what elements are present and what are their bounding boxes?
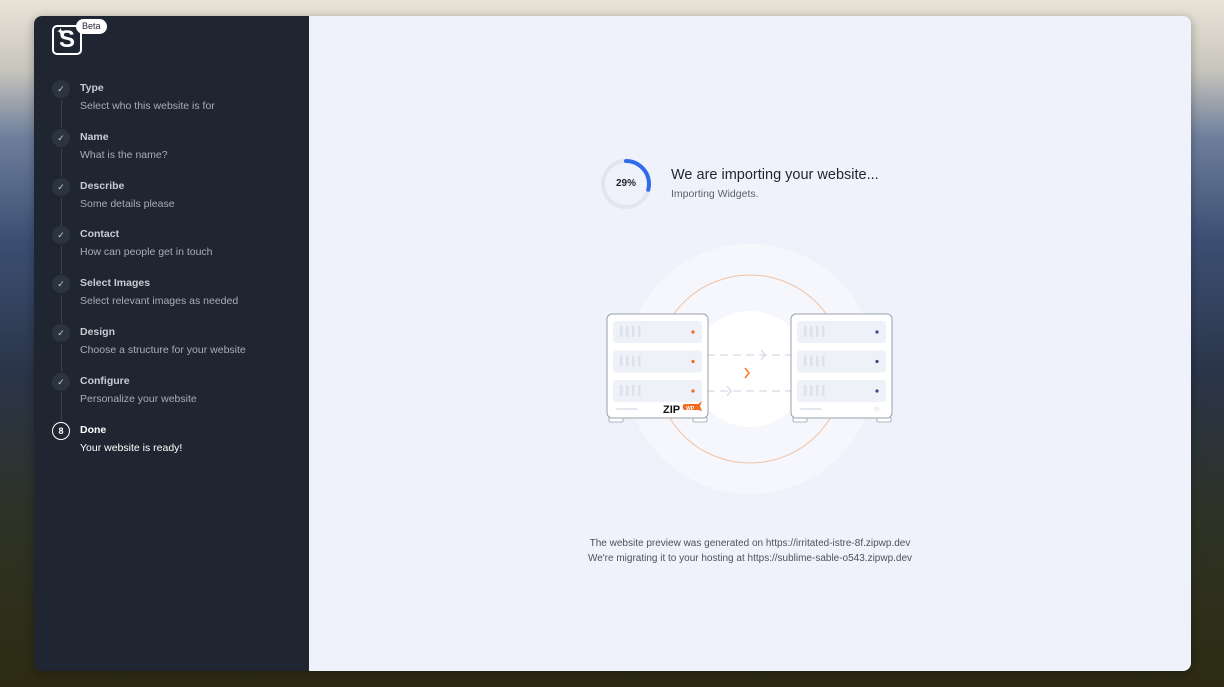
wp-badge-text: WP (686, 406, 695, 412)
status-led (875, 389, 879, 393)
step-description: How can people get in touch (80, 246, 213, 259)
step-description: What is the name? (80, 148, 168, 161)
vent-slot (638, 355, 641, 367)
check-icon: ✓ (52, 275, 70, 294)
vent-slot (626, 355, 629, 367)
vent-slot (620, 385, 623, 396)
step-connector (61, 295, 62, 324)
check-icon: ✓ (52, 128, 70, 147)
vent-slot (804, 385, 807, 396)
step-description: Select who this website is for (80, 100, 215, 112)
vent-slot (810, 326, 813, 337)
step-connector (61, 197, 62, 226)
step-connector (61, 100, 62, 128)
step-number: 8 (52, 421, 70, 440)
step-title: Select Images (80, 277, 151, 290)
vent-slot (626, 326, 629, 337)
migration-illustration: ZIP WP (575, 244, 925, 499)
status-led (691, 389, 695, 393)
server-label-bar (616, 408, 638, 410)
source-server: ZIP WP (606, 313, 709, 423)
step-title: Done (80, 423, 107, 436)
step-connector (61, 343, 62, 372)
step-description: Select relevant images as needed (80, 295, 239, 308)
vent-slot (632, 385, 635, 396)
progress-percent: 29% (615, 178, 636, 189)
status-led (691, 330, 695, 334)
status-led (691, 359, 695, 364)
step-title: Name (80, 130, 109, 143)
import-title: We are importing your website... (671, 167, 879, 183)
check-icon: ✓ (52, 323, 70, 342)
step-title: Design (80, 325, 116, 338)
vent-slot (626, 385, 629, 396)
step-title: Type (80, 82, 104, 94)
main-content: 29% We are importing your website... Imp… (309, 16, 1191, 671)
vent-slot (810, 355, 813, 367)
step-connector (61, 246, 62, 275)
step-description: Some details please (80, 197, 175, 210)
zip-logo-text: ZIP (663, 404, 680, 416)
power-indicator (874, 406, 880, 412)
sidebar: ✦ S Beta ✓ Type Select who this website is… (34, 16, 309, 671)
vent-slot (620, 326, 623, 337)
step-title: Configure (80, 374, 130, 387)
beta-badge: Beta (76, 19, 107, 34)
vent-slot (822, 355, 825, 367)
step-connector (61, 148, 62, 177)
vent-slot (632, 326, 635, 337)
sparkle-icon: ✦ (57, 27, 64, 36)
vent-slot (620, 355, 623, 367)
vent-slot (816, 355, 819, 367)
target-server (790, 313, 893, 423)
import-status: Importing Widgets. (671, 188, 759, 200)
step-title: Describe (80, 179, 125, 192)
migration-url-note: We're migrating it to your hosting at ht… (587, 553, 913, 564)
step-title: Contact (80, 228, 120, 241)
app-window: ✦ S Beta ✓ Type Select who this website is… (34, 16, 1191, 671)
vent-slot (822, 385, 825, 396)
check-icon: ✓ (52, 226, 70, 245)
progress-ring: 29% (599, 157, 653, 211)
vent-slot (810, 385, 813, 396)
step-connector (61, 392, 62, 421)
vent-slot (638, 326, 641, 337)
step-description: Choose a structure for your website (80, 343, 246, 356)
vent-slot (638, 385, 641, 396)
server-label-bar (800, 408, 822, 410)
vent-slot (632, 355, 635, 367)
vent-slot (816, 326, 819, 337)
vent-slot (816, 385, 819, 396)
check-icon: ✓ (52, 80, 70, 98)
check-icon: ✓ (52, 372, 70, 391)
vent-slot (804, 355, 807, 367)
preview-url-note: The website preview was generated on htt… (589, 538, 911, 549)
status-led (875, 330, 879, 334)
status-led (875, 359, 879, 364)
vent-slot (804, 326, 807, 337)
step-description: Personalize your website (80, 392, 197, 405)
vent-slot (822, 326, 825, 337)
check-icon: ✓ (52, 177, 70, 196)
step-description: Your website is ready! (80, 441, 183, 454)
